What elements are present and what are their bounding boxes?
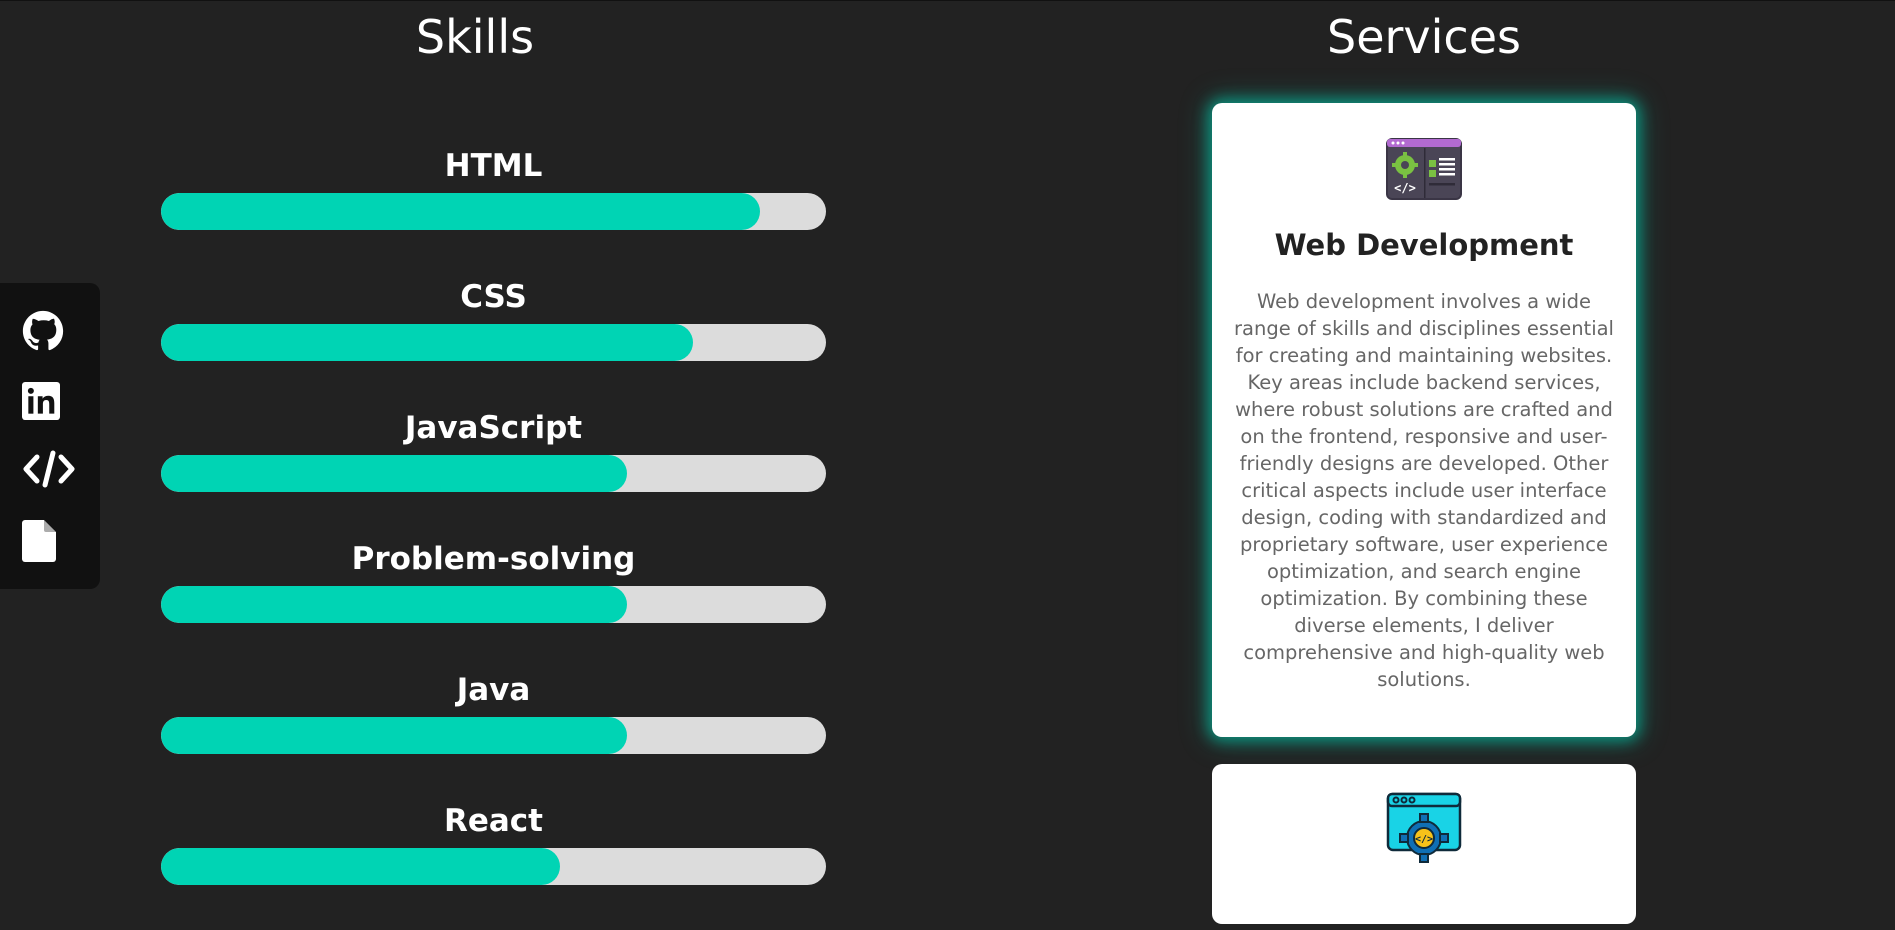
svg-text:</>: </>: [1394, 181, 1416, 195]
github-link[interactable]: [22, 308, 68, 354]
skill-progress-track: [161, 717, 826, 754]
skill-progress-fill: [161, 586, 627, 623]
code-icon: [23, 450, 75, 488]
svg-text:</>: </>: [1415, 834, 1433, 845]
services-title: Services: [1327, 10, 1521, 64]
skills-title: Skills: [415, 10, 535, 64]
skill-name: Java: [456, 672, 531, 708]
skill-react: React: [161, 799, 826, 930]
skill-progress-track: [161, 324, 826, 361]
resume-link[interactable]: [22, 518, 68, 564]
skill-name: Problem-solving: [351, 541, 636, 577]
skill-progress-track: [161, 586, 826, 623]
linkedin-icon: [22, 382, 60, 420]
skill-html: HTML: [161, 144, 826, 275]
skill-progress-track: [161, 455, 826, 492]
skill-progress-fill: [161, 848, 560, 885]
skill-name: CSS: [460, 279, 527, 315]
web-development-icon: </>: [1386, 138, 1462, 200]
skill-progress-fill: [161, 717, 627, 754]
skill-javascript: JavaScript: [161, 406, 826, 537]
service-description: Web development involves a wide range of…: [1234, 290, 1614, 691]
skill-name: HTML: [444, 148, 543, 184]
skill-java: Java: [161, 668, 826, 799]
code-link[interactable]: [22, 446, 78, 492]
top-border: [0, 0, 1895, 1]
skill-css: CSS: [161, 275, 826, 406]
document-icon: [22, 520, 56, 562]
skill-progress-track: [161, 848, 826, 885]
github-icon: [22, 310, 64, 351]
skill-progress-fill: [161, 455, 627, 492]
service-card-2: </>: [1212, 764, 1636, 924]
skill-problem-solving: Problem-solving: [161, 537, 826, 668]
skills-list: HTML CSS JavaScript Problem-solving Java…: [161, 144, 826, 930]
skill-progress-fill: [161, 193, 760, 230]
skill-name: JavaScript: [404, 410, 583, 446]
skill-progress-fill: [161, 324, 693, 361]
social-sidebar: [0, 283, 100, 589]
web-settings-icon: </>: [1386, 792, 1462, 863]
linkedin-link[interactable]: [22, 378, 68, 424]
skill-progress-track: [161, 193, 826, 230]
service-card-web-development: </> Web Development Web development invo…: [1212, 103, 1636, 737]
skill-name: React: [443, 803, 543, 839]
service-title: Web Development: [1274, 228, 1574, 262]
